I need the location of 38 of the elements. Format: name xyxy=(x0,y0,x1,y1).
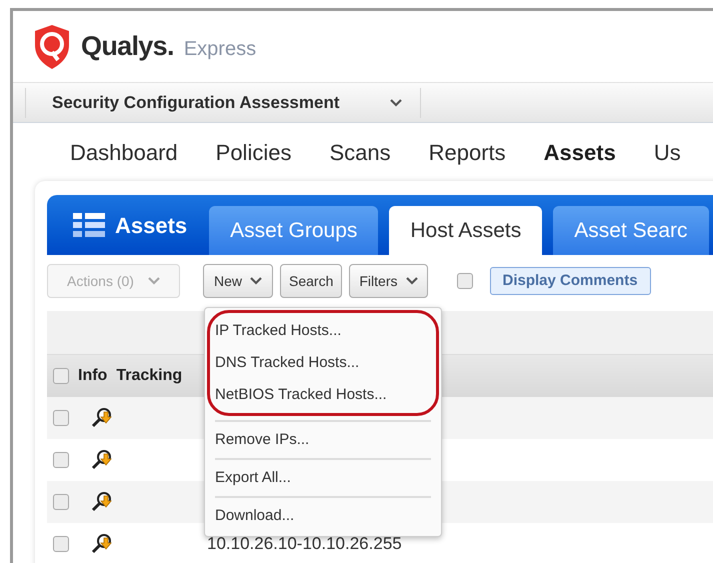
tab[interactable]: Host Assets xyxy=(389,206,542,255)
shield-logo-icon xyxy=(33,24,71,70)
search-button[interactable]: Search xyxy=(280,264,342,298)
display-comments-tag: Display Comments xyxy=(490,267,651,295)
checkbox[interactable] xyxy=(53,452,69,468)
menu-item[interactable]: NetBIOS Tracked Hosts... xyxy=(215,379,431,411)
panel-title: Assets xyxy=(115,212,188,240)
magnifier-arrow-icon xyxy=(91,491,113,513)
checkbox[interactable] xyxy=(456,273,472,289)
list-icon xyxy=(73,213,105,237)
nav-link[interactable]: Assets xyxy=(544,136,616,168)
chevron-down-icon xyxy=(406,277,418,285)
ip-range: 10.10.26.10-10.10.26.255 xyxy=(207,533,402,556)
chevron-down-icon xyxy=(390,98,402,106)
new-dropdown[interactable]: New xyxy=(203,264,274,298)
column-header[interactable]: Info xyxy=(78,364,108,388)
product-name: Express xyxy=(184,36,256,62)
filters-dropdown[interactable]: Filters xyxy=(349,264,428,298)
magnifier-arrow-icon xyxy=(91,533,113,555)
checkbox[interactable] xyxy=(53,368,69,384)
magnifier-arrow-icon xyxy=(91,407,113,429)
nav-link[interactable]: Scans xyxy=(329,136,391,168)
menu-item[interactable]: DNS Tracked Hosts... xyxy=(215,347,431,379)
column-header[interactable]: Tracking xyxy=(116,364,182,388)
nav-link[interactable]: Reports xyxy=(428,136,506,168)
checkbox[interactable] xyxy=(53,494,69,510)
nav-link[interactable]: Us xyxy=(654,136,681,168)
chevron-down-icon xyxy=(148,277,160,285)
menu-item[interactable]: Remove IPs... xyxy=(215,424,431,456)
chevron-down-icon xyxy=(250,277,262,285)
magnifier-arrow-icon xyxy=(91,449,113,471)
checkbox[interactable] xyxy=(53,410,69,426)
menu-item[interactable]: Export All... xyxy=(215,462,431,494)
brand-name: Qualys. xyxy=(81,30,174,64)
nav-link[interactable]: Dashboard xyxy=(70,136,178,168)
nav-link[interactable]: Policies xyxy=(216,136,292,168)
menu-item[interactable]: Download... xyxy=(215,500,431,532)
checkbox[interactable] xyxy=(53,536,69,552)
